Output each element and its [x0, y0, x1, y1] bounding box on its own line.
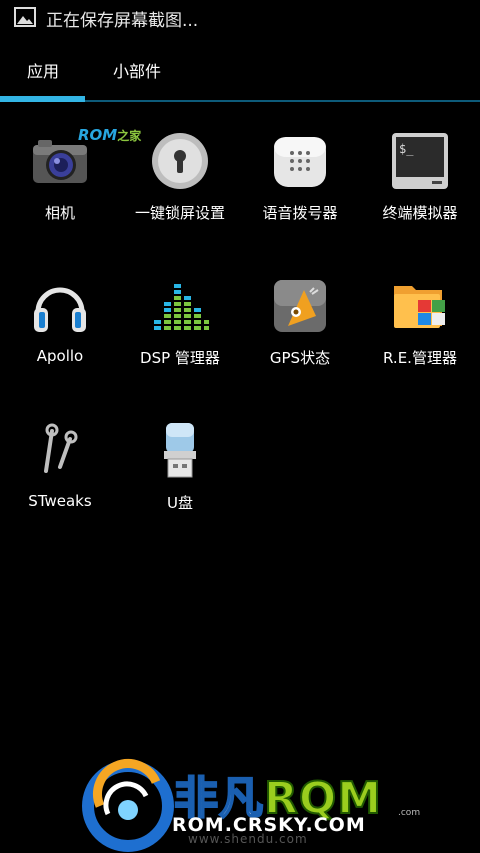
app-label: Apollo: [36, 347, 84, 365]
image-icon: [14, 7, 36, 27]
headphones-icon: [34, 287, 86, 332]
tab-widgets[interactable]: 小部件: [113, 58, 161, 82]
tab-bar: 应用 小部件: [0, 33, 480, 103]
terminal-icon: $_: [392, 133, 448, 189]
crsky-watermark: 非凡RQM .com ROM.CRSKY.COM www.shendu.com: [80, 752, 420, 852]
app-apollo[interactable]: Apollo: [0, 276, 120, 396]
app-label: U盘: [167, 494, 193, 512]
app-voice-dialer[interactable]: 语音拨号器: [240, 131, 360, 251]
app-gps-status[interactable]: GPS状态: [240, 276, 360, 396]
watermark-com: .com: [398, 808, 421, 818]
watermark-sub: www.shendu.com: [188, 832, 308, 846]
app-re-manager[interactable]: R.E.管理器: [360, 276, 480, 396]
crsky-logo-icon: [82, 759, 174, 852]
usb-drive-icon: [164, 423, 196, 478]
gps-icon: [274, 280, 326, 332]
svg-text:$_: $_: [399, 142, 414, 156]
app-label: 相机: [44, 204, 75, 222]
app-usb-drive[interactable]: U盘: [120, 421, 240, 541]
tab-apps[interactable]: 应用: [27, 58, 59, 82]
app-lock-settings[interactable]: 一键锁屏设置: [120, 131, 240, 251]
voice-dialer-icon: [274, 137, 326, 187]
app-terminal[interactable]: $_ 终端模拟器: [360, 131, 480, 251]
app-camera[interactable]: 相机: [0, 131, 120, 251]
tab-indicator: [0, 96, 85, 102]
app-label: 一键锁屏设置: [134, 204, 225, 222]
app-stweaks[interactable]: STweaks: [0, 421, 120, 541]
notification-text: 正在保存屏幕截图...: [46, 11, 199, 31]
app-label: DSP 管理器: [140, 349, 220, 367]
wrench-icon: [44, 423, 78, 473]
app-dsp-manager[interactable]: DSP 管理器: [120, 276, 240, 396]
app-label: 语音拨号器: [262, 204, 338, 222]
folder-icon: [394, 286, 445, 328]
lock-icon: [152, 133, 208, 189]
camera-icon: [33, 140, 87, 183]
app-label: GPS状态: [269, 349, 331, 367]
app-label: STweaks: [28, 492, 92, 510]
app-label: 终端模拟器: [382, 204, 458, 222]
app-label: R.E.管理器: [383, 349, 457, 367]
status-bar: 正在保存屏幕截图...: [0, 0, 480, 33]
equalizer-icon: [154, 284, 209, 330]
